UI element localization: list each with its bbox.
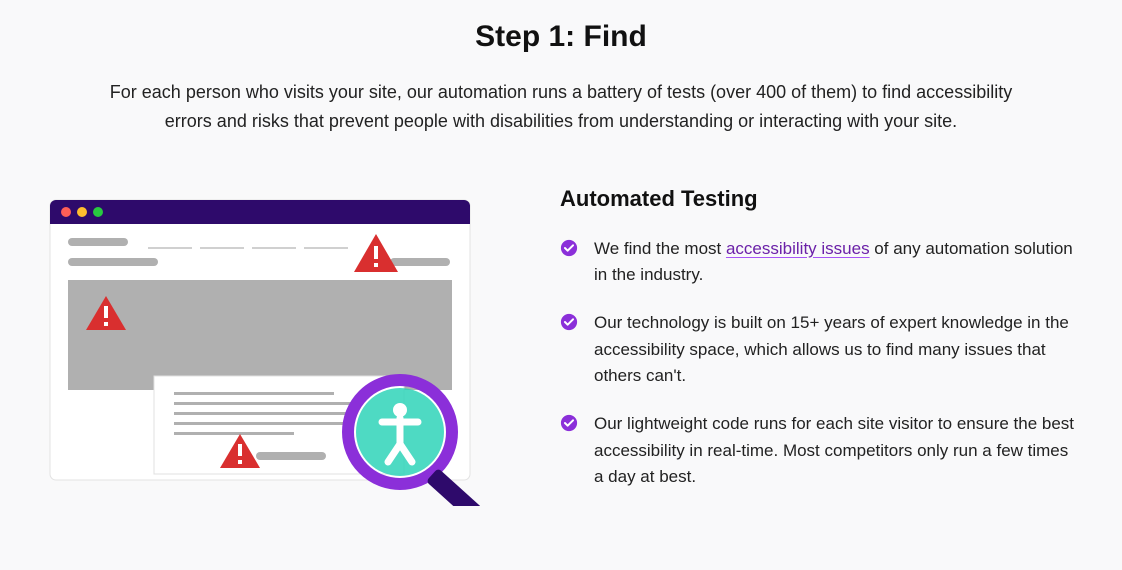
illustration-container — [40, 186, 500, 506]
check-circle-icon — [560, 239, 578, 257]
content-row: Automated Testing We find the most acces… — [40, 186, 1082, 513]
accessibility-issues-link[interactable]: accessibility issues — [726, 239, 870, 258]
bullet-text: Our lightweight code runs for each site … — [594, 411, 1082, 490]
list-item: Our lightweight code runs for each site … — [560, 411, 1082, 490]
check-circle-icon — [560, 414, 578, 432]
subheading: Automated Testing — [560, 186, 1082, 212]
browser-illustration-icon — [40, 186, 500, 506]
list-item: We find the most accessibility issues of… — [560, 236, 1082, 289]
bullet-text: Our technology is built on 15+ years of … — [594, 310, 1082, 389]
bullet-text: We find the most accessibility issues of… — [594, 236, 1082, 289]
text-column: Automated Testing We find the most acces… — [560, 186, 1082, 513]
list-item: Our technology is built on 15+ years of … — [560, 310, 1082, 389]
check-circle-icon — [560, 313, 578, 331]
intro-paragraph: For each person who visits your site, ou… — [101, 78, 1021, 136]
bullet-list: We find the most accessibility issues of… — [560, 236, 1082, 491]
step-heading: Step 1: Find — [40, 20, 1082, 54]
